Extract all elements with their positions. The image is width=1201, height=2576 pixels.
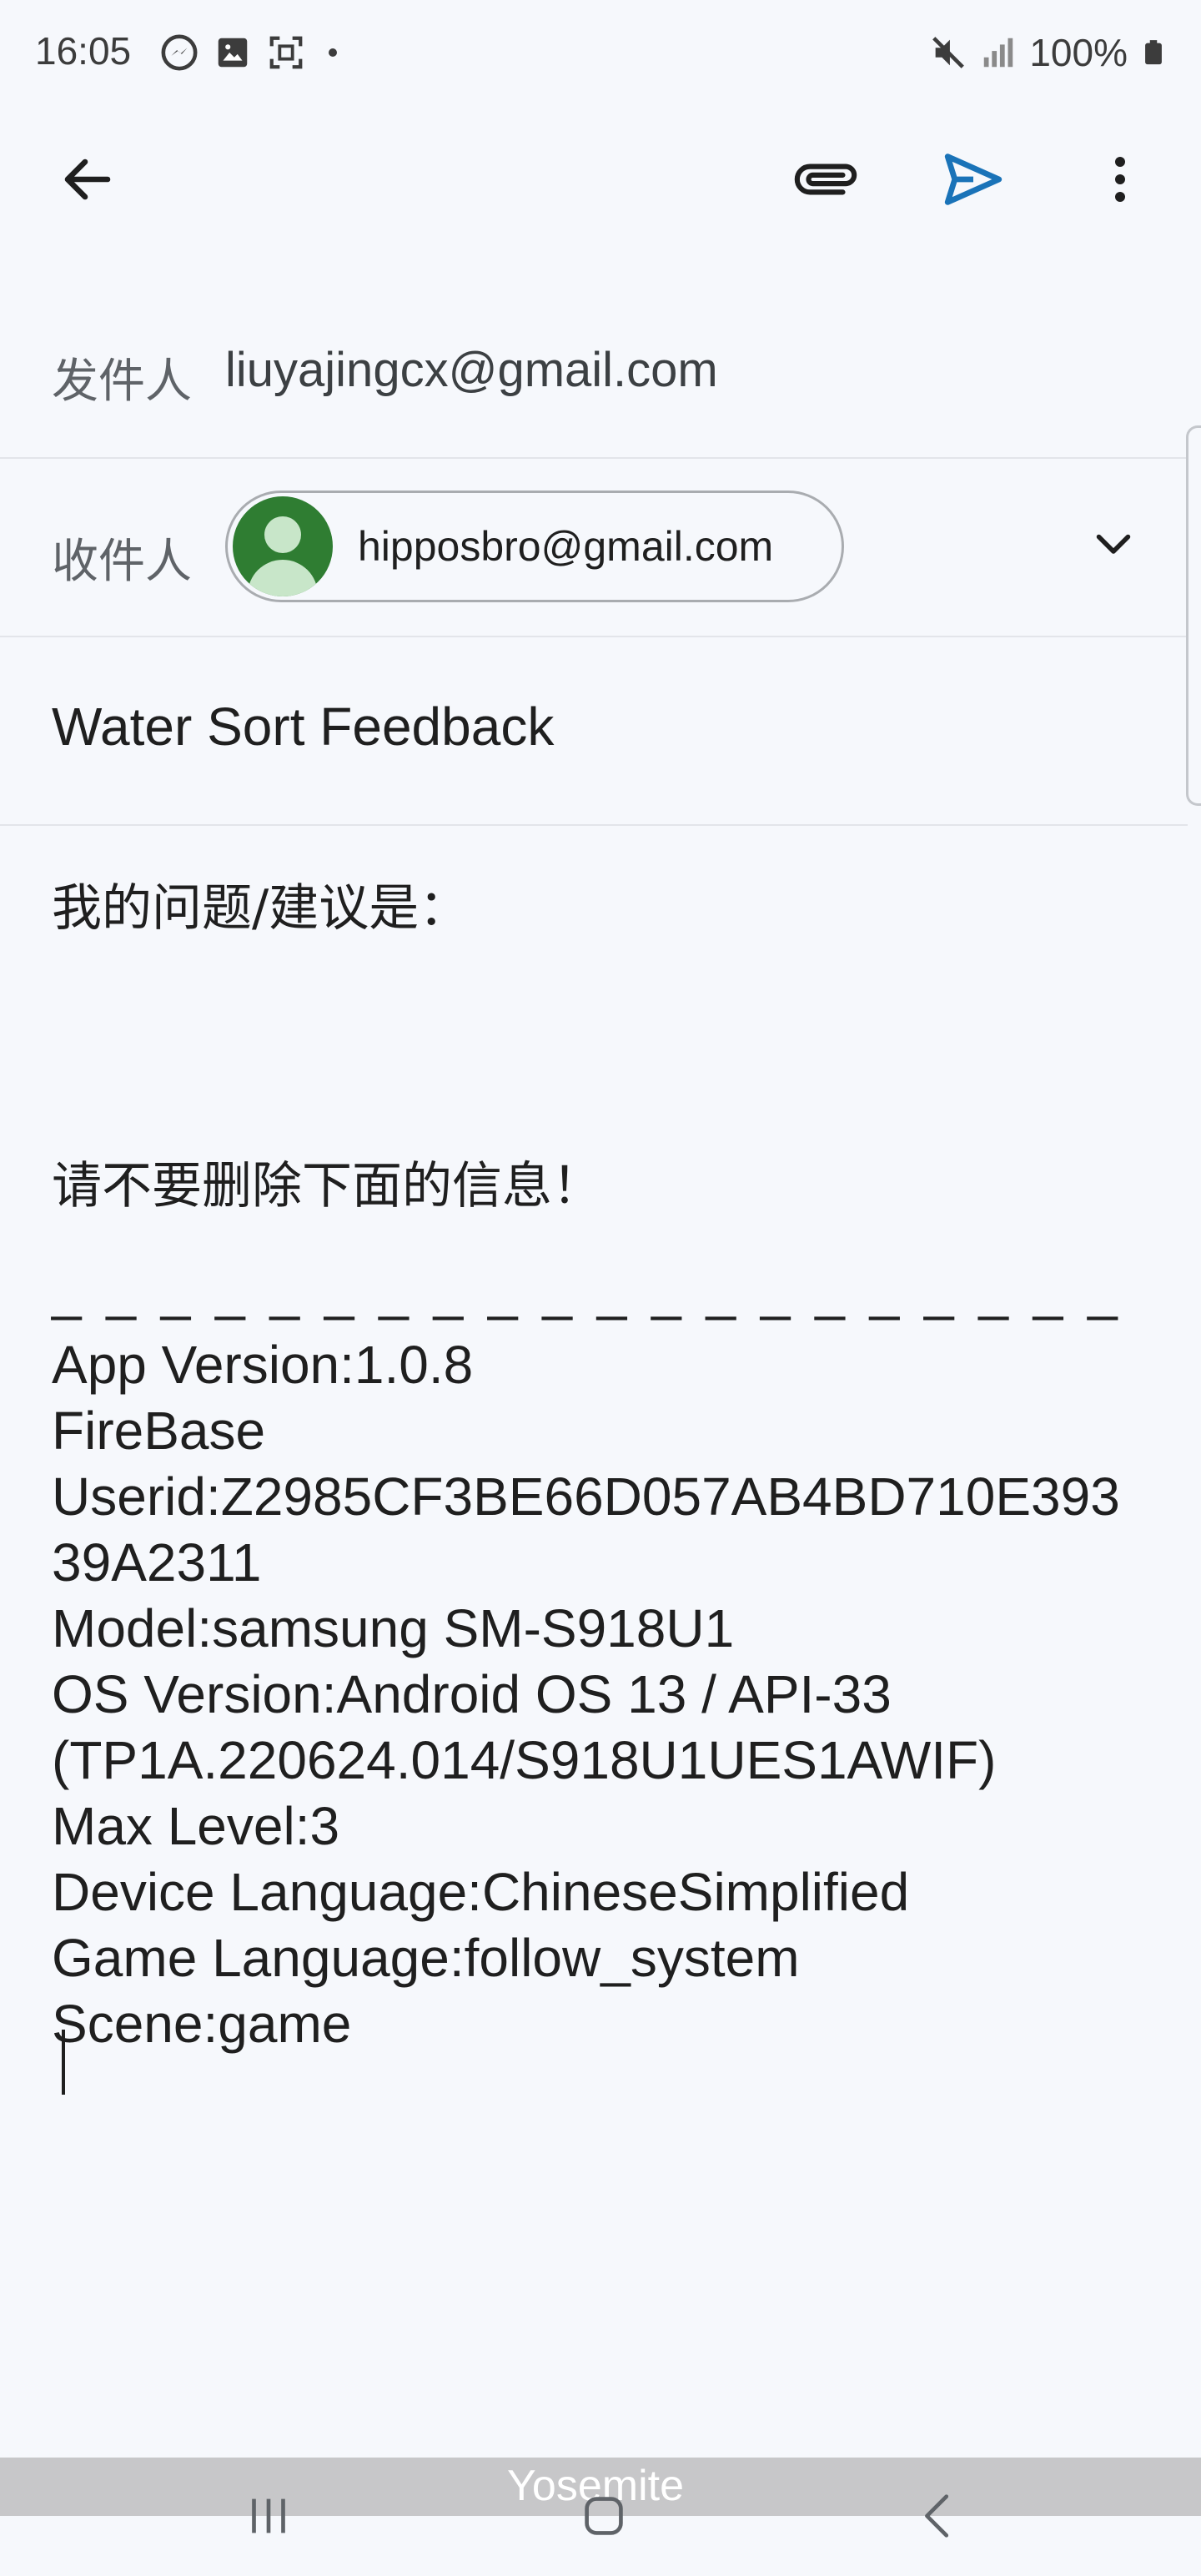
avatar-body: [248, 560, 318, 596]
navigation-bar: Yosemite: [0, 2458, 1201, 2576]
recents-icon: [252, 2498, 285, 2533]
back-button[interactable]: [42, 133, 133, 225]
status-icons-left: [160, 33, 345, 72]
status-bar: 16:05 100%: [0, 0, 1201, 105]
battery-percent: 100%: [1029, 31, 1128, 74]
back-arrow-icon: [64, 158, 111, 200]
avatar: [233, 496, 333, 596]
send-button[interactable]: [927, 133, 1019, 225]
home-button[interactable]: [554, 2474, 654, 2558]
text-cursor: [62, 2030, 65, 2095]
signal-icon: [984, 38, 1013, 68]
from-row[interactable]: 发件人 liuyajingcx@gmail.com: [0, 310, 1188, 459]
info-line: Model:samsung SM-S918U1: [52, 1598, 735, 1658]
body-prompt: 我的问题/建议是：: [52, 879, 470, 938]
send-icon: [944, 153, 1003, 205]
subject-row[interactable]: Water Sort Feedback: [0, 637, 1188, 826]
chevron-down-icon: [1096, 534, 1131, 554]
compose-screen: 16:05 100% 发件人 liuyajingcx@gmail.com 收件人…: [0, 0, 1201, 2576]
body-warning: 请不要删除下面的信息！: [52, 1157, 602, 1215]
mute-icon: [932, 37, 965, 68]
subject-field[interactable]: Water Sort Feedback: [52, 696, 554, 757]
image-icon: [218, 38, 248, 68]
info-line: 39A2311: [52, 1532, 262, 1592]
system-back-button[interactable]: [889, 2474, 989, 2558]
dot-icon: [329, 48, 337, 57]
messenger-icon: [161, 34, 198, 71]
info-line: Userid:Z2985CF3BE66D057AB4BD710E393: [52, 1467, 1120, 1527]
status-icons-right: 100%: [929, 30, 1168, 75]
to-label: 收件人: [52, 535, 192, 589]
attach-icon: [794, 164, 857, 195]
screenshot-icon: [269, 36, 303, 69]
nav-back-icon: [925, 2494, 949, 2538]
more-options-button[interactable]: [1074, 133, 1166, 225]
info-line: Max Level:3: [52, 1796, 340, 1856]
home-icon: [585, 2497, 623, 2535]
info-line: (TP1A.220624.014/S918U1UES1AWIF): [52, 1730, 997, 1790]
recipient-email: hipposbro@gmail.com: [358, 523, 774, 570]
avatar-head: [264, 516, 301, 553]
info-line: OS Version:Android OS 13 / API-33: [52, 1664, 892, 1724]
attach-button[interactable]: [780, 133, 872, 225]
more-vert-icon: [1115, 157, 1125, 202]
compose-toolbar: [0, 117, 1201, 250]
status-time: 16:05: [35, 29, 132, 73]
info-line: Game Language:follow_system: [52, 1928, 800, 1988]
device-info-block: _ _ _ _ _ _ _ _ _ _ _ _ _ _ _ _ _ _ _ _ …: [52, 1261, 1169, 2057]
scroll-handle[interactable]: [1186, 425, 1201, 806]
battery-icon: [1145, 40, 1162, 65]
recipient-chip[interactable]: hipposbro@gmail.com: [225, 491, 844, 602]
info-line: Device Language:ChineseSimplified: [52, 1862, 910, 1922]
from-email[interactable]: liuyajingcx@gmail.com: [225, 342, 718, 398]
info-line: Scene:game: [52, 1994, 352, 2054]
separator-dashes: _ _ _ _ _ _ _ _ _ _ _ _ _ _ _ _ _ _ _ _: [52, 1261, 1123, 1321]
expand-recipients-button[interactable]: [1076, 506, 1151, 581]
info-line: FireBase: [52, 1401, 266, 1461]
to-row[interactable]: 收件人 hipposbro@gmail.com: [0, 459, 1188, 637]
info-line: App Version:1.0.8: [52, 1335, 474, 1395]
from-label: 发件人: [52, 355, 192, 409]
recents-button[interactable]: [219, 2474, 319, 2558]
